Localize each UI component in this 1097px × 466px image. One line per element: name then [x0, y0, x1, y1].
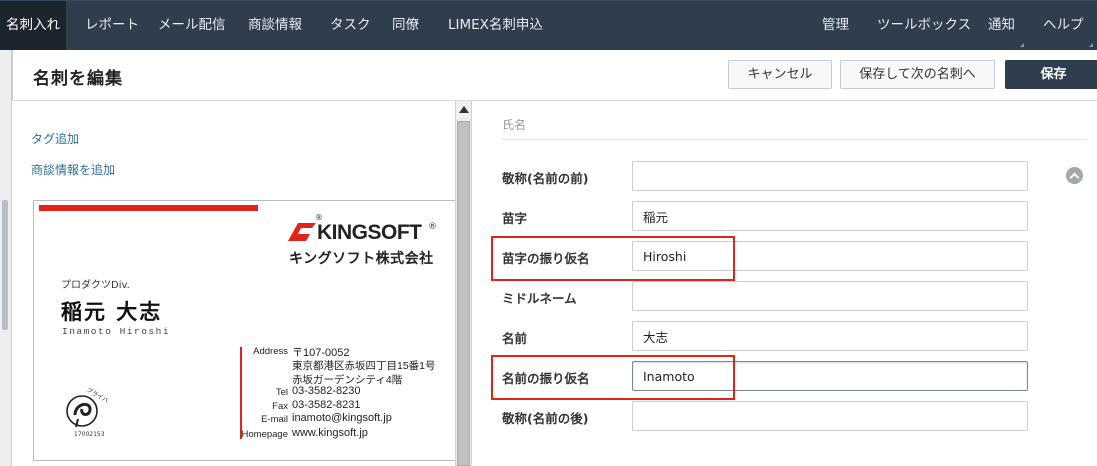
card-email-label: E-mail [261, 414, 288, 425]
nav-mail-delivery[interactable]: メール配信 [158, 1, 226, 51]
nav-help-label: ヘルプ [1043, 17, 1084, 33]
gutter-scroll-thumb[interactable] [2, 200, 8, 330]
card-panel-scrollbar[interactable] [455, 101, 472, 466]
nav-colleagues[interactable]: 同僚 [392, 1, 419, 51]
nav-admin[interactable]: 管理 [822, 1, 849, 51]
nav-notifications[interactable]: 通知 [988, 1, 1026, 51]
highlight-box [491, 355, 735, 400]
card-department: プロダクツDiv. [61, 280, 130, 291]
kingsoft-logo-icon [288, 223, 316, 241]
privacy-mark-icon: プライバシー [66, 387, 108, 428]
card-red-bar [39, 205, 258, 211]
add-deal-link[interactable]: 商談情報を追加 [31, 161, 115, 178]
suffix-title-field[interactable] [632, 401, 1028, 431]
left-gutter [0, 50, 12, 466]
nav-reports[interactable]: レポート [85, 1, 139, 51]
card-fax-label: Fax [272, 401, 288, 412]
save-and-next-button[interactable]: 保存して次の名刺へ [840, 60, 995, 89]
field-label-suffix-title: 敬称(名前の後) [502, 411, 589, 426]
card-panel: タグ追加 商談情報を追加 ® KINGSOFT ® キングソフト株式会社 プロダ… [12, 101, 456, 466]
nav-card-holder[interactable]: 名刺入れ [0, 1, 66, 51]
nav-tasks[interactable]: タスク [330, 1, 371, 51]
nav-notifications-label: 通知 [988, 17, 1015, 33]
card-romaji-name: Inamoto Hiroshi [62, 326, 171, 337]
card-tel: 03-3582-8230 [292, 385, 361, 397]
card-person-name: 稲元 大志 [61, 300, 163, 324]
chevron-up-icon[interactable] [1066, 167, 1083, 184]
card-address-line: 東京都港区赤坂四丁目15番1号 [292, 360, 436, 372]
card-homepage: www.kingsoft.jp [292, 427, 368, 439]
highlight-box [491, 236, 735, 281]
field-label-last-name: 苗字 [502, 211, 528, 226]
section-title-name: 氏名 [502, 118, 527, 132]
card-homepage-label: Homepage [241, 429, 288, 440]
add-tag-link[interactable]: タグ追加 [31, 130, 79, 147]
nav-toolbox[interactable]: ツールボックス [877, 1, 971, 51]
page-header: 名刺を編集 キャンセル 保存して次の名刺へ 保存 [12, 50, 1097, 101]
dropdown-corner-icon [1020, 43, 1024, 47]
dropdown-corner-icon [1089, 43, 1093, 47]
top-navigation: 名刺入れ レポート メール配信 商談情報 タスク 同僚 LIMEX名刺申込 管理… [0, 0, 1097, 51]
page-title: 名刺を編集 [33, 69, 123, 89]
name-form-panel: 氏名 敬称(名前の前) 苗字 苗字の振り仮名 ミドルネーム 名前 名前の振り仮名… [472, 101, 1097, 466]
prefix-title-field[interactable] [632, 161, 1028, 191]
last-name-field[interactable] [632, 201, 1028, 231]
business-card-image: ® KINGSOFT ® キングソフト株式会社 プロダクツDiv. 稲元 大志 … [33, 200, 456, 461]
field-label-prefix-title: 敬称(名前の前) [502, 171, 589, 186]
registered-mark: ® [428, 222, 437, 232]
card-company: キングソフト株式会社 [289, 251, 434, 267]
privacy-number: 17002153 [74, 431, 105, 438]
card-email: inamoto@kingsoft.jp [292, 412, 392, 424]
card-address-label: Address [253, 346, 288, 357]
scrollbar-thumb[interactable] [457, 121, 470, 466]
cancel-button[interactable]: キャンセル [728, 60, 832, 89]
nav-limex-apply[interactable]: LIMEX名刺申込 [448, 1, 543, 51]
scroll-up-arrow-icon[interactable] [459, 106, 469, 113]
card-tel-label: Tel [275, 387, 288, 398]
card-brand: KINGSOFT [317, 221, 422, 244]
nav-help[interactable]: ヘルプ [1043, 1, 1095, 51]
field-label-middle-name: ミドルネーム [502, 291, 577, 306]
nav-deals[interactable]: 商談情報 [248, 1, 302, 51]
first-name-field[interactable] [632, 321, 1028, 351]
middle-name-field[interactable] [632, 281, 1028, 311]
save-button[interactable]: 保存 [1005, 60, 1097, 89]
card-fax: 03-3582-8231 [292, 399, 361, 411]
section-divider [502, 139, 1087, 140]
field-label-first-name: 名前 [502, 331, 528, 346]
